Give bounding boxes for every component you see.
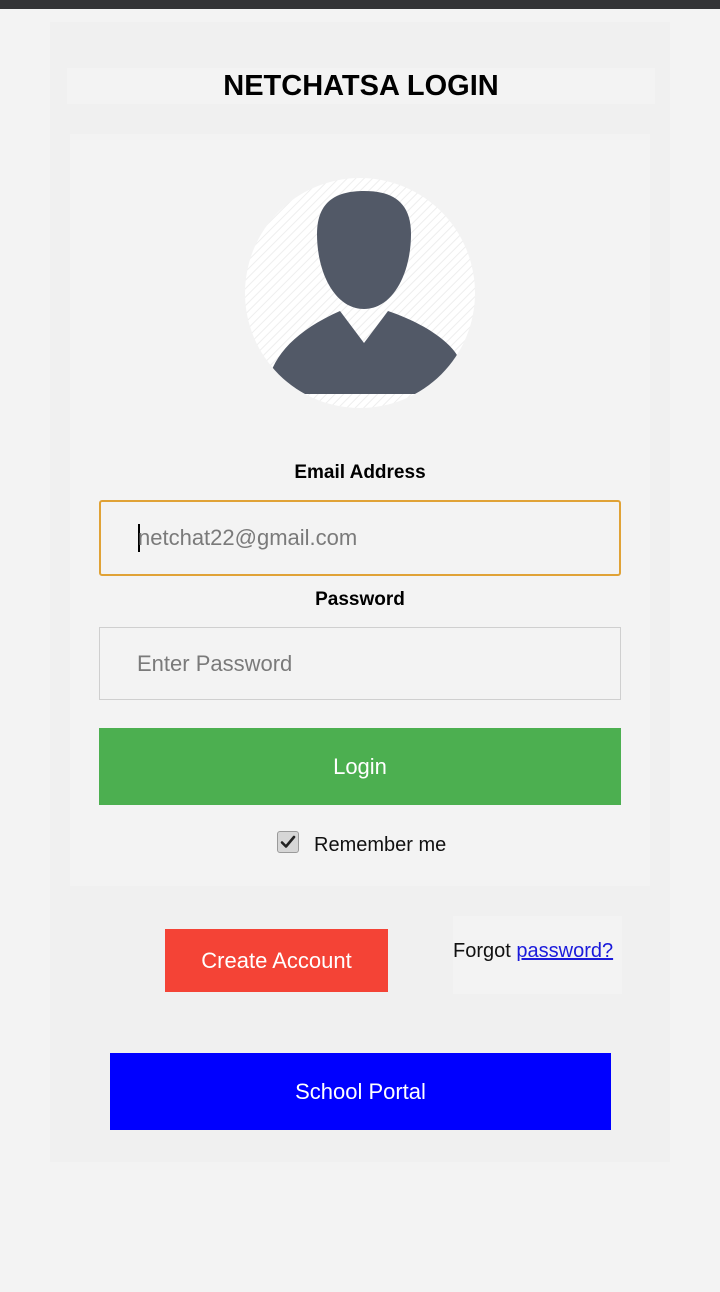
checkmark-icon	[280, 835, 296, 848]
forgot-password: Forgot password?	[453, 916, 622, 994]
school-portal-button[interactable]: School Portal	[110, 1053, 611, 1130]
login-button[interactable]: Login	[99, 728, 621, 805]
email-label: Email Address	[294, 462, 426, 483]
password-placeholder: Enter Password	[137, 650, 293, 676]
forgot-password-link[interactable]: password?	[516, 940, 613, 962]
avatar-user-icon	[245, 178, 475, 408]
password-label: Password	[315, 589, 405, 610]
email-value: netchat22@gmail.com	[138, 525, 358, 550]
remember-label: Remember me	[314, 834, 447, 856]
email-field[interactable]: netchat22@gmail.com	[99, 500, 621, 576]
password-field[interactable]: Enter Password	[99, 627, 621, 700]
page-title: NETCHATSA LOGIN	[67, 68, 655, 104]
remember-me[interactable]: Remember me	[277, 826, 446, 857]
create-account-button[interactable]: Create Account	[165, 929, 388, 992]
login-page: NETCHATSA LOGIN Email Address netchat22@…	[50, 22, 670, 1162]
status-bar	[0, 0, 720, 9]
remember-checkbox[interactable]	[277, 830, 299, 853]
forgot-prefix: Forgot	[453, 940, 511, 962]
